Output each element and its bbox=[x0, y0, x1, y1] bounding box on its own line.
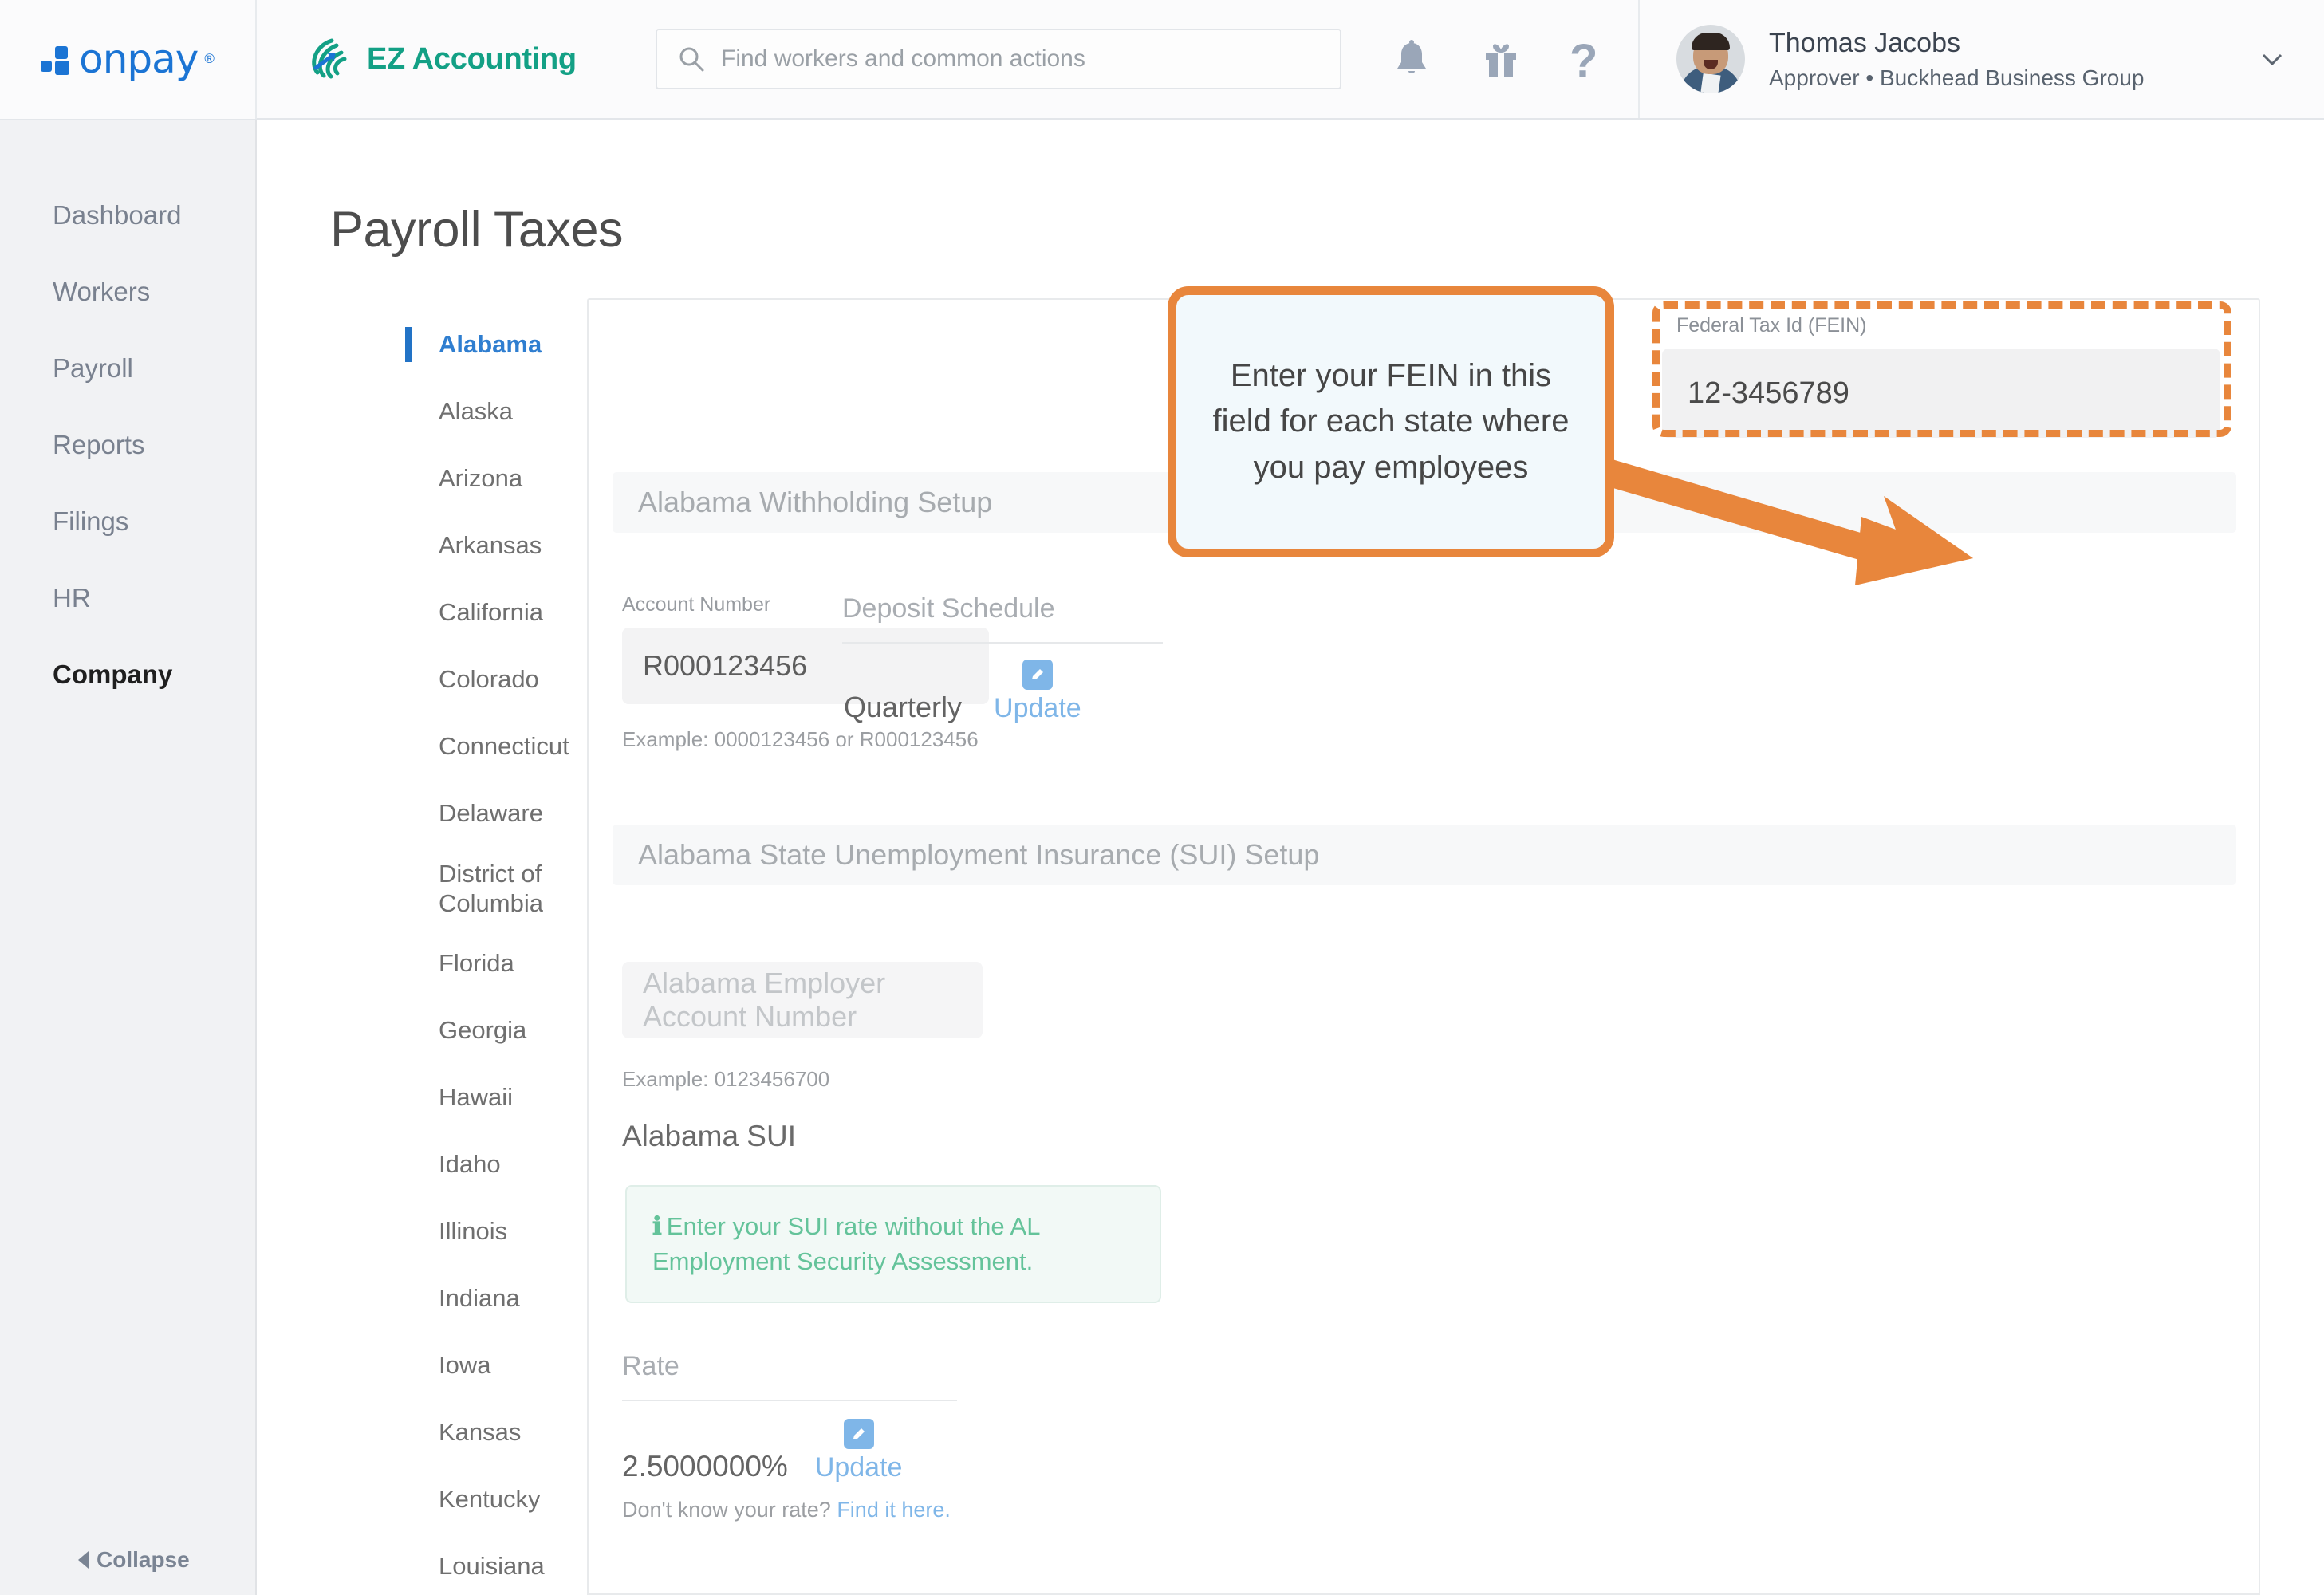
partner-branding: EZ Accounting bbox=[257, 0, 632, 119]
state-item-florida[interactable]: Florida bbox=[330, 930, 569, 997]
header-icon-group: ? bbox=[1391, 38, 1611, 85]
app-window: onpay ® EZ Accounting Find workers and c… bbox=[0, 0, 2324, 1595]
user-info: Thomas Jacobs Approver • Buckhead Busine… bbox=[1769, 28, 2145, 91]
state-item-colorado[interactable]: Colorado bbox=[330, 646, 569, 713]
state-item-iowa[interactable]: Iowa bbox=[330, 1332, 569, 1399]
sui-info-callout: ℹ Enter your SUI rate without the AL Empl… bbox=[625, 1185, 1161, 1304]
sidebar-item-company[interactable]: Company bbox=[0, 636, 255, 713]
page-title: Payroll Taxes bbox=[330, 202, 624, 258]
rate-value: 2.5000000% bbox=[622, 1450, 788, 1483]
registered-mark: ® bbox=[204, 51, 215, 66]
state-item-hawaii[interactable]: Hawaii bbox=[330, 1064, 569, 1131]
sui-section-header: Alabama State Unemployment Insurance (SU… bbox=[613, 825, 2236, 885]
search-input[interactable]: Find workers and common actions bbox=[656, 29, 1341, 89]
onpay-logo[interactable]: onpay ® bbox=[41, 39, 215, 79]
state-item-district-of-columbia[interactable]: District of Columbia bbox=[330, 847, 569, 930]
help-icon[interactable]: ? bbox=[1570, 38, 1611, 85]
ez-accounting-logo-icon bbox=[305, 36, 351, 82]
fein-label: Federal Tax Id (FEIN) bbox=[1676, 314, 1867, 337]
state-item-alaska[interactable]: Alaska bbox=[330, 378, 569, 445]
state-item-illinois[interactable]: Illinois bbox=[330, 1198, 569, 1265]
deposit-schedule-group: Deposit Schedule Quarterly Update bbox=[842, 593, 1163, 724]
rate-label: Rate bbox=[622, 1351, 957, 1401]
user-role: Approver • Buckhead Business Group bbox=[1769, 65, 2145, 90]
onpay-wordmark: onpay bbox=[79, 36, 199, 82]
main-content: Payroll Taxes Alabama Alaska Arizona Ark… bbox=[258, 121, 2324, 1595]
sidebar-item-payroll[interactable]: Payroll bbox=[0, 330, 255, 407]
rate-field-group: Rate 2.5000000% Update bbox=[622, 1351, 957, 1483]
sui-account-number-input[interactable]: Alabama Employer Account Number bbox=[622, 962, 983, 1038]
deposit-schedule-label: Deposit Schedule bbox=[842, 593, 1163, 644]
state-item-california[interactable]: California bbox=[330, 579, 569, 646]
gift-icon[interactable] bbox=[1480, 38, 1522, 80]
state-item-alabama[interactable]: Alabama bbox=[330, 311, 569, 378]
state-item-kansas[interactable]: Kansas bbox=[330, 1399, 569, 1466]
pencil-icon bbox=[1022, 660, 1053, 690]
deposit-schedule-update-button[interactable]: Update bbox=[994, 660, 1081, 724]
sui-subheading: Alabama SUI bbox=[622, 1120, 796, 1152]
state-item-louisiana[interactable]: Louisiana bbox=[330, 1533, 569, 1595]
state-item-delaware[interactable]: Delaware bbox=[330, 780, 569, 847]
deposit-schedule-value: Quarterly bbox=[844, 691, 963, 723]
top-header-bar: onpay ® EZ Accounting Find workers and c… bbox=[0, 0, 2324, 120]
state-item-georgia[interactable]: Georgia bbox=[330, 997, 569, 1064]
bell-icon[interactable] bbox=[1391, 38, 1432, 80]
update-label: Update bbox=[814, 1452, 903, 1483]
state-item-kentucky[interactable]: Kentucky bbox=[330, 1466, 569, 1533]
sidebar-item-dashboard[interactable]: Dashboard bbox=[0, 177, 255, 254]
sidebar-nav-list: Dashboard Workers Payroll Reports Filing… bbox=[0, 120, 255, 713]
state-item-idaho[interactable]: Idaho bbox=[330, 1131, 569, 1198]
pencil-icon bbox=[843, 1419, 874, 1449]
onpay-squares-icon bbox=[41, 43, 73, 75]
rate-footer-text: Don't know your rate? bbox=[622, 1498, 831, 1522]
rate-footer-note: Don't know your rate? Find it here. bbox=[622, 1498, 951, 1522]
account-number-example: Example: 0000123456 or R000123456 bbox=[622, 727, 979, 751]
primary-sidebar: Dashboard Workers Payroll Reports Filing… bbox=[0, 120, 257, 1595]
sidebar-item-reports[interactable]: Reports bbox=[0, 407, 255, 483]
find-rate-link[interactable]: Find it here. bbox=[837, 1498, 951, 1522]
fein-input[interactable]: 12-3456789 bbox=[1662, 349, 2220, 438]
sui-account-example: Example: 0123456700 bbox=[622, 1067, 830, 1091]
callout-text: Enter your FEIN in this field for each s… bbox=[1212, 357, 1570, 485]
search-placeholder-text: Find workers and common actions bbox=[721, 45, 1085, 72]
chevron-left-icon bbox=[78, 1551, 89, 1569]
sidebar-item-workers[interactable]: Workers bbox=[0, 254, 255, 330]
fein-field-group: Federal Tax Id (FEIN) 12-3456789 bbox=[1662, 314, 2220, 438]
user-name: Thomas Jacobs bbox=[1769, 27, 1960, 58]
sidebar-item-filings[interactable]: Filings bbox=[0, 483, 255, 560]
callout-arrow bbox=[1558, 443, 1973, 585]
state-item-arkansas[interactable]: Arkansas bbox=[330, 512, 569, 579]
collapse-label: Collapse bbox=[97, 1547, 190, 1572]
chevron-down-icon[interactable] bbox=[2257, 44, 2287, 74]
onpay-logo-zone[interactable]: onpay ® bbox=[0, 0, 257, 119]
search-icon bbox=[678, 45, 705, 73]
info-icon: ℹ bbox=[652, 1212, 662, 1240]
avatar bbox=[1676, 25, 1745, 93]
user-menu[interactable]: Thomas Jacobs Approver • Buckhead Busine… bbox=[1638, 0, 2324, 118]
instruction-callout: Enter your FEIN in this field for each s… bbox=[1168, 286, 1614, 557]
partner-name: EZ Accounting bbox=[367, 41, 577, 76]
rate-update-button[interactable]: Update bbox=[814, 1419, 903, 1483]
state-item-arizona[interactable]: Arizona bbox=[330, 445, 569, 512]
state-item-indiana[interactable]: Indiana bbox=[330, 1265, 569, 1332]
sidebar-item-hr[interactable]: HR bbox=[0, 560, 255, 636]
state-item-connecticut[interactable]: Connecticut bbox=[330, 713, 569, 780]
sui-info-text: Enter your SUI rate without the AL Emplo… bbox=[652, 1212, 1040, 1276]
update-label: Update bbox=[994, 693, 1081, 723]
collapse-sidebar-button[interactable]: Collapse bbox=[78, 1547, 190, 1573]
state-nav-list: Alabama Alaska Arizona Arkansas Californ… bbox=[330, 311, 569, 1595]
